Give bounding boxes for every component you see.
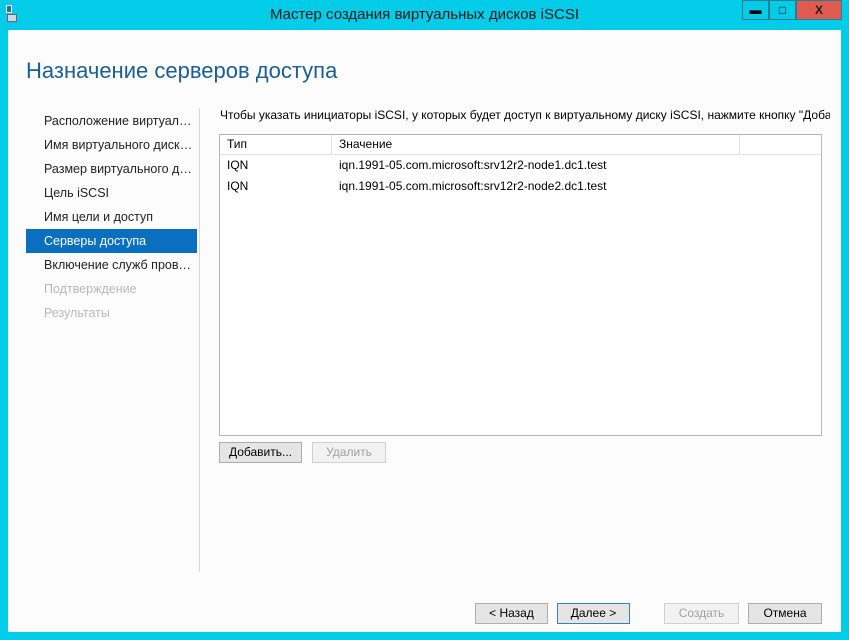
add-button[interactable]: Добавить...: [219, 442, 302, 463]
cell-value: iqn.1991-05.com.microsoft:srv12r2-node1.…: [339, 158, 607, 172]
nav-step[interactable]: Имя виртуального диска iSCSI: [26, 133, 197, 157]
table-row[interactable]: IQN iqn.1991-05.com.microsoft:srv12r2-no…: [220, 155, 821, 176]
description: Чтобы указать инициаторы iSCSI, у которы…: [220, 108, 830, 122]
initiators-table: Тип Значение IQN iqn.1991-05.com.microso…: [219, 134, 822, 436]
nav-step[interactable]: Имя цели и доступ: [26, 205, 197, 229]
wizard-body: Назначение серверов доступа Расположение…: [8, 30, 841, 632]
nav-step[interactable]: Размер виртуального диска iSCSI: [26, 157, 197, 181]
table-row[interactable]: IQN iqn.1991-05.com.microsoft:srv12r2-no…: [220, 176, 821, 197]
page-title: Назначение серверов доступа: [26, 58, 338, 83]
back-button[interactable]: < Назад: [475, 603, 548, 624]
divider: [199, 108, 200, 572]
maximize-button[interactable]: □: [769, 0, 796, 20]
remove-button[interactable]: Удалить: [312, 442, 386, 463]
close-button[interactable]: X: [796, 0, 842, 20]
nav-step: Результаты: [44, 306, 110, 320]
table-header: Тип Значение: [220, 135, 821, 155]
nav-step[interactable]: Цель iSCSI: [26, 181, 197, 205]
column-value[interactable]: Значение: [332, 135, 740, 154]
nav-step[interactable]: Включение служб проверки подлинности: [26, 253, 197, 277]
window-title: Мастер создания виртуальных дисков iSCSI: [269, 6, 580, 23]
column-type[interactable]: Тип: [220, 135, 332, 154]
nav-step[interactable]: Серверы доступа: [26, 229, 197, 253]
minimize-button[interactable]: ▬: [742, 0, 769, 20]
cancel-button[interactable]: Отмена: [748, 603, 822, 624]
next-button[interactable]: Далее >: [557, 603, 630, 624]
cell-value: iqn.1991-05.com.microsoft:srv12r2-node2.…: [339, 179, 607, 193]
create-button[interactable]: Создать: [664, 603, 739, 624]
wizard-steps: Расположение виртуального диска iSCSIИмя…: [26, 109, 197, 325]
nav-step[interactable]: Расположение виртуального диска iSCSI: [26, 109, 197, 133]
cell-type: IQN: [227, 179, 249, 193]
nav-step: Подтверждение: [44, 282, 137, 296]
title-bar: Мастер создания виртуальных дисков iSCSI…: [0, 0, 849, 29]
cell-type: IQN: [227, 158, 249, 172]
